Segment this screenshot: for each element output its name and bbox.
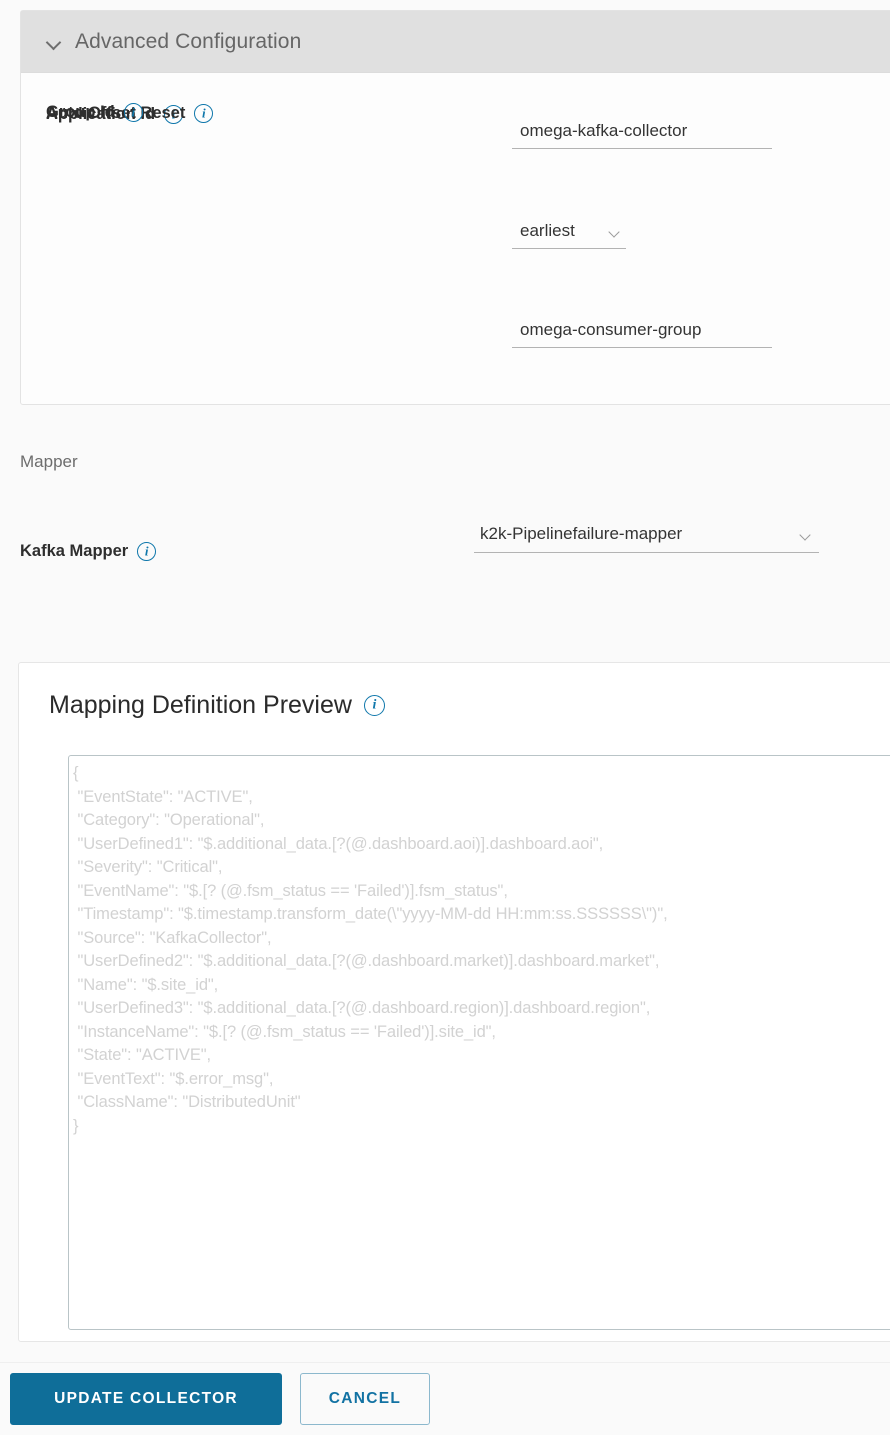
mapping-definition-preview-title-text: Mapping Definition Preview bbox=[49, 691, 352, 719]
advanced-configuration-card: Advanced Configuration Application Id i … bbox=[20, 10, 890, 405]
info-icon[interactable]: i bbox=[123, 103, 143, 122]
group-id-label-text: Group Id bbox=[46, 103, 115, 121]
mapping-definition-preview-card: Mapping Definition Preview i { "EventSta… bbox=[18, 662, 890, 1342]
auto-offset-reset-value: earliest bbox=[520, 221, 575, 240]
advanced-configuration-title: Advanced Configuration bbox=[75, 29, 302, 53]
chevron-down-icon[interactable] bbox=[608, 227, 622, 241]
update-collector-button[interactable]: UPDATE COLLECTOR bbox=[10, 1373, 282, 1425]
mapping-definition-json: { "EventState": "ACTIVE", "Category": "O… bbox=[73, 764, 668, 1135]
info-icon[interactable]: i bbox=[137, 542, 157, 561]
group-id-label: Group Id i bbox=[46, 103, 143, 122]
info-icon[interactable]: i bbox=[363, 695, 385, 716]
kafka-mapper-label-text: Kafka Mapper bbox=[20, 542, 129, 560]
group-id-input[interactable]: omega-consumer-group bbox=[512, 320, 772, 348]
info-icon[interactable]: i bbox=[194, 104, 214, 123]
mapper-section-heading: Mapper bbox=[20, 452, 78, 471]
mapping-definition-preview-title: Mapping Definition Preview i bbox=[49, 691, 385, 720]
kafka-mapper-label: Kafka Mapper i bbox=[20, 542, 157, 561]
kafka-mapper-value: k2k-Pipelinefailure-mapper bbox=[480, 524, 683, 543]
application-id-input[interactable]: omega-kafka-collector bbox=[512, 121, 772, 149]
kafka-mapper-select[interactable]: k2k-Pipelinefailure-mapper bbox=[474, 524, 819, 553]
advanced-configuration-header[interactable]: Advanced Configuration bbox=[21, 11, 890, 73]
collector-config-page: Advanced Configuration Application Id i … bbox=[0, 0, 890, 1435]
chevron-down-icon[interactable] bbox=[799, 530, 813, 544]
cancel-button[interactable]: CANCEL bbox=[300, 1373, 430, 1425]
chevron-down-icon[interactable] bbox=[46, 34, 62, 50]
form-action-bar: UPDATE COLLECTOR CANCEL bbox=[0, 1362, 890, 1435]
auto-offset-reset-select[interactable]: earliest bbox=[512, 221, 626, 249]
mapping-definition-preview-textarea[interactable]: { "EventState": "ACTIVE", "Category": "O… bbox=[68, 755, 890, 1330]
